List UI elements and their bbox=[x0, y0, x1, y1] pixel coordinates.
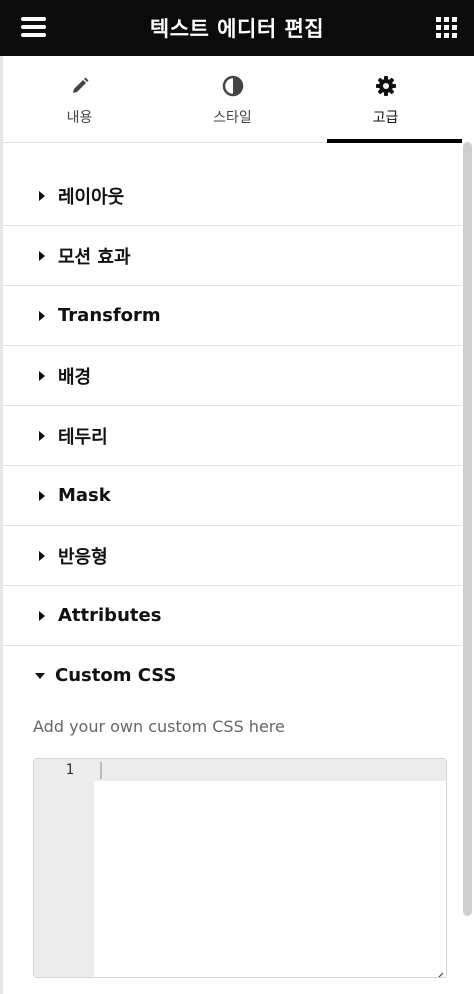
section-label: Transform bbox=[58, 305, 161, 326]
line-number-gutter bbox=[34, 759, 94, 977]
resize-handle-icon[interactable] bbox=[435, 966, 444, 977]
section-custom-css[interactable]: Custom CSS bbox=[3, 646, 462, 705]
caret-right-icon bbox=[39, 430, 45, 441]
page-title: 텍스트 에디터 편집 bbox=[149, 17, 325, 41]
text-cursor bbox=[100, 762, 102, 779]
section-label: Custom CSS bbox=[55, 665, 177, 686]
section-border[interactable]: 테두리 bbox=[3, 406, 462, 466]
caret-right-icon bbox=[39, 190, 45, 201]
caret-right-icon bbox=[39, 310, 45, 321]
tab-advanced[interactable]: 고급 bbox=[309, 56, 474, 143]
section-attributes[interactable]: Attributes bbox=[3, 586, 462, 646]
section-mask[interactable]: Mask bbox=[3, 466, 462, 526]
half-circle-contrast-icon bbox=[221, 74, 245, 98]
tab-style-label: 스타일 bbox=[213, 110, 252, 126]
gear-icon bbox=[374, 74, 398, 98]
section-label: 레이아웃 bbox=[58, 186, 125, 208]
caret-right-icon bbox=[39, 550, 45, 561]
tab-advanced-label: 고급 bbox=[372, 110, 399, 126]
section-responsive[interactable]: 반응형 bbox=[3, 526, 462, 586]
panel-tabs: 내용 스타일 고급 bbox=[3, 56, 474, 143]
section-label: Attributes bbox=[58, 605, 162, 626]
custom-css-code-editor[interactable]: 1 bbox=[33, 758, 447, 978]
caret-right-icon bbox=[39, 490, 45, 501]
active-line-highlight bbox=[94, 759, 446, 781]
caret-right-icon bbox=[39, 370, 45, 381]
caret-right-icon bbox=[39, 250, 45, 261]
custom-css-description: Add your own custom CSS here bbox=[33, 717, 285, 736]
section-background[interactable]: 배경 bbox=[3, 346, 462, 406]
caret-right-icon bbox=[39, 610, 45, 621]
section-label: 배경 bbox=[58, 366, 92, 388]
tab-content[interactable]: 내용 bbox=[3, 56, 156, 142]
section-label: 모션 효과 bbox=[58, 246, 131, 268]
section-transform[interactable]: Transform bbox=[3, 286, 462, 346]
pencil-icon bbox=[68, 74, 92, 98]
line-number: 1 bbox=[65, 762, 74, 778]
section-label: 테두리 bbox=[58, 426, 108, 448]
tab-style[interactable]: 스타일 bbox=[156, 56, 309, 142]
section-layout[interactable]: 레이아웃 bbox=[3, 166, 462, 226]
hamburger-menu-icon[interactable] bbox=[21, 17, 46, 37]
section-label: Mask bbox=[58, 485, 111, 506]
tab-content-label: 내용 bbox=[66, 110, 93, 126]
editor-header: 텍스트 에디터 편집 bbox=[0, 0, 474, 56]
settings-panel: 내용 스타일 고급 레이아웃 모션 효과 Transform 배경 테두리 Ma… bbox=[3, 56, 474, 994]
caret-down-icon bbox=[35, 672, 45, 679]
section-motion-effects[interactable]: 모션 효과 bbox=[3, 226, 462, 286]
apps-grid-icon[interactable] bbox=[436, 17, 457, 38]
section-label: 반응형 bbox=[58, 546, 108, 568]
scrollbar-thumb[interactable] bbox=[463, 142, 472, 916]
